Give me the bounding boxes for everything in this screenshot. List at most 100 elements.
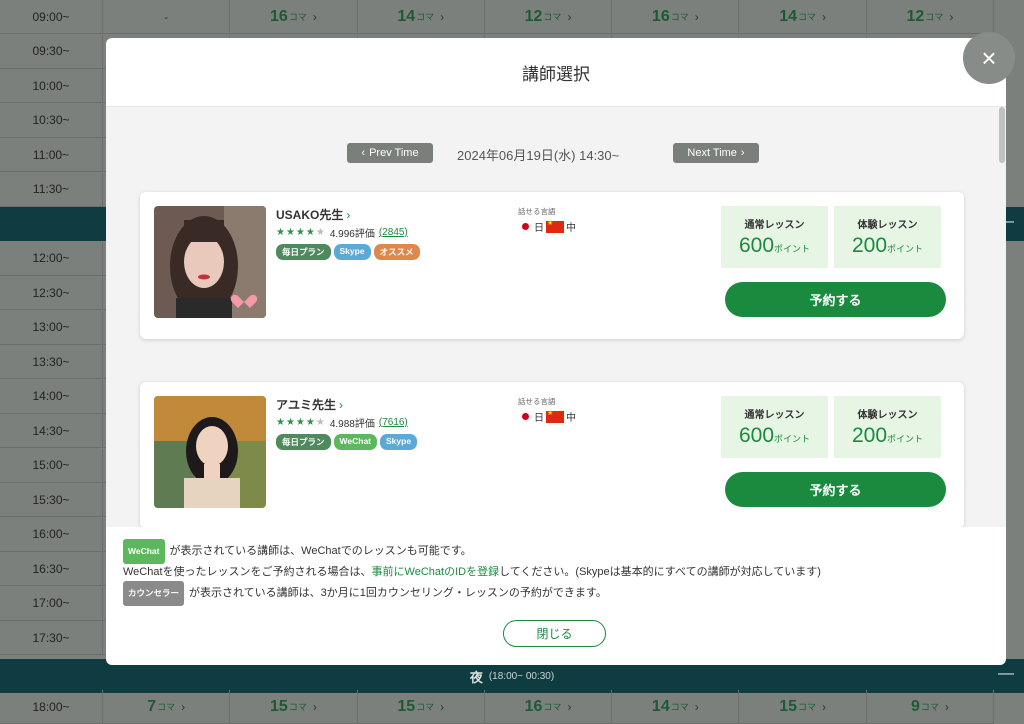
close-button[interactable]: 閉じる: [503, 620, 606, 647]
slot-count: 12: [906, 7, 925, 25]
schedule-slot[interactable]: 12 コマ ›: [484, 0, 613, 34]
schedule-slot[interactable]: 14 コマ ›: [612, 690, 740, 724]
teacher-photo[interactable]: [154, 206, 266, 318]
slot-count: 14: [651, 697, 670, 715]
schedule-row: 09:00~ -16 コマ › 14 コマ › 12 コマ › 16 コマ › 14 コマ › 12 コマ ›: [0, 0, 1024, 34]
slot-unit: コマ: [288, 12, 307, 22]
slot-count: 16: [270, 7, 288, 25]
regular-points-value: 600: [738, 424, 775, 447]
teacher-card: USAKO先生 › ★★★★★ 4.996評価 (2845) 毎日プラン Skype オススメ…: [140, 192, 964, 339]
wechat-badge: WeChat: [123, 539, 165, 564]
review-count-link[interactable]: (2845): [379, 227, 408, 238]
time-label: 14:00~: [0, 379, 103, 414]
time-label: 10:00~: [0, 69, 103, 103]
slot-count: 16: [524, 697, 543, 715]
reserve-button[interactable]: 予約する: [725, 472, 946, 507]
note-counselor: カウンセラー が表示されている講師は、3か月に1回カウンセリング・レッスンの予約…: [123, 581, 993, 606]
time-label: 15:30~: [0, 483, 103, 517]
slot-unit: コマ: [543, 702, 562, 712]
schedule-slot[interactable]: 15 コマ ›: [357, 690, 485, 724]
teacher-photo[interactable]: [154, 396, 266, 508]
time-label: 12:00~: [0, 241, 103, 276]
slot-count: 9: [910, 697, 920, 715]
time-label: 13:30~: [0, 345, 103, 379]
china-flag-icon: [546, 409, 564, 423]
time-label: 09:30~: [0, 34, 103, 69]
slot-count: 7: [147, 697, 157, 715]
note-line-2-pre: WeChatを使ったレッスンをご予約される場合は、: [123, 566, 372, 578]
chevron-right-icon: ›: [694, 9, 699, 24]
teacher-name: アユミ先生: [276, 398, 337, 412]
lang-japanese: 日: [534, 223, 544, 234]
regular-points-value: 600: [738, 234, 775, 257]
schedule-slot[interactable]: 15 コマ ›: [739, 690, 867, 724]
time-label: 17:30~: [0, 621, 103, 655]
schedule-slot[interactable]: 16 コマ ›: [612, 0, 740, 34]
chevron-right-icon: ›: [440, 699, 445, 714]
schedule-slot[interactable]: 14 コマ ›: [357, 0, 485, 34]
teacher-name-link[interactable]: USAKO先生 ›: [276, 206, 350, 223]
modal-body: ‹ Prev Time 2024年06月19日(水) 14:30~ Next T…: [106, 107, 1006, 527]
teacher-rating: ★★★★★ 4.996評価 (2845): [276, 225, 408, 240]
chevron-right-icon: ›: [944, 699, 949, 714]
schedule-slot[interactable]: 16 コマ ›: [484, 690, 613, 724]
schedule-slot[interactable]: 12 コマ ›: [866, 0, 995, 34]
band-subtitle: (18:00~ 00:30): [488, 670, 555, 682]
register-wechat-link[interactable]: 事前にWeChatのIDを登録: [372, 562, 500, 583]
trial-points: 200ポイント: [834, 234, 941, 258]
languages: 日中: [522, 219, 576, 234]
schedule-slot[interactable]: 16 コマ ›: [230, 0, 358, 34]
slot-unit: コマ: [288, 702, 307, 712]
current-time: 2024年06月19日(水) 14:30~: [457, 148, 620, 163]
teacher-rating: ★★★★★ 4.988評価 (7616): [276, 415, 408, 430]
slot-unit: コマ: [416, 702, 435, 712]
teacher-tags: 毎日プラン Skype オススメ: [276, 244, 420, 260]
time-navigation: ‹ Prev Time 2024年06月19日(水) 14:30~ Next T…: [106, 143, 1006, 165]
trial-lesson-label: 体験レッスン: [857, 410, 918, 421]
chevron-right-icon: ›: [312, 699, 317, 714]
time-label: 12:30~: [0, 276, 103, 310]
regular-lesson-price: 通常レッスン 600ポイント: [721, 396, 828, 458]
time-label: 15:00~: [0, 448, 103, 483]
languages-label: 話せる言語: [518, 397, 556, 406]
scrollbar[interactable]: [998, 107, 1006, 527]
lang-chinese: 中: [566, 223, 576, 234]
schedule-slot[interactable]: 7 コマ ›: [103, 690, 231, 724]
chevron-right-icon: ›: [181, 699, 186, 714]
chevron-right-icon: ›: [346, 208, 351, 222]
time-label: 16:00~: [0, 517, 103, 552]
slot-count: 14: [397, 7, 416, 25]
prev-time-button[interactable]: ‹ Prev Time: [347, 143, 433, 163]
counselor-badge: カウンセラー: [123, 581, 185, 606]
schedule-slot[interactable]: 9 コマ ›: [866, 690, 995, 724]
languages: 日中: [522, 409, 576, 424]
trial-lesson-price: 体験レッスン 200ポイント: [834, 396, 941, 458]
slot-unit: コマ: [920, 702, 939, 712]
chevron-right-icon: ›: [822, 9, 827, 24]
next-time-button[interactable]: Next Time ›: [673, 143, 759, 163]
trial-lesson-label: 体験レッスン: [857, 220, 918, 231]
slot-unit: コマ: [157, 702, 176, 712]
slot-unit: コマ: [416, 12, 435, 22]
china-flag-icon: [546, 219, 564, 233]
japan-flag-icon: [522, 223, 529, 230]
close-icon[interactable]: ×: [963, 32, 1015, 84]
time-label: 09:00~: [0, 0, 103, 34]
modal-title: 講師選択: [106, 38, 1006, 107]
teacher-name-link[interactable]: アユミ先生 ›: [276, 396, 343, 413]
points-unit: ポイント: [887, 244, 924, 254]
schedule-slot[interactable]: 15 コマ ›: [230, 690, 358, 724]
points-unit: ポイント: [887, 434, 924, 444]
points-unit: ポイント: [774, 244, 811, 254]
next-time-label: Next Time: [687, 147, 737, 159]
schedule-slot[interactable]: 14 コマ ›: [739, 0, 867, 34]
slot-unit: コマ: [670, 702, 689, 712]
review-count-link[interactable]: (7616): [379, 417, 408, 428]
scrollbar-thumb[interactable]: [999, 107, 1005, 163]
chevron-right-icon: ›: [949, 9, 954, 24]
languages-label: 話せる言語: [518, 207, 556, 216]
trial-points: 200ポイント: [834, 424, 941, 448]
slot-unit: コマ: [925, 12, 944, 22]
reserve-button[interactable]: 予約する: [725, 282, 946, 317]
collapse-icon[interactable]: —: [998, 665, 1014, 683]
